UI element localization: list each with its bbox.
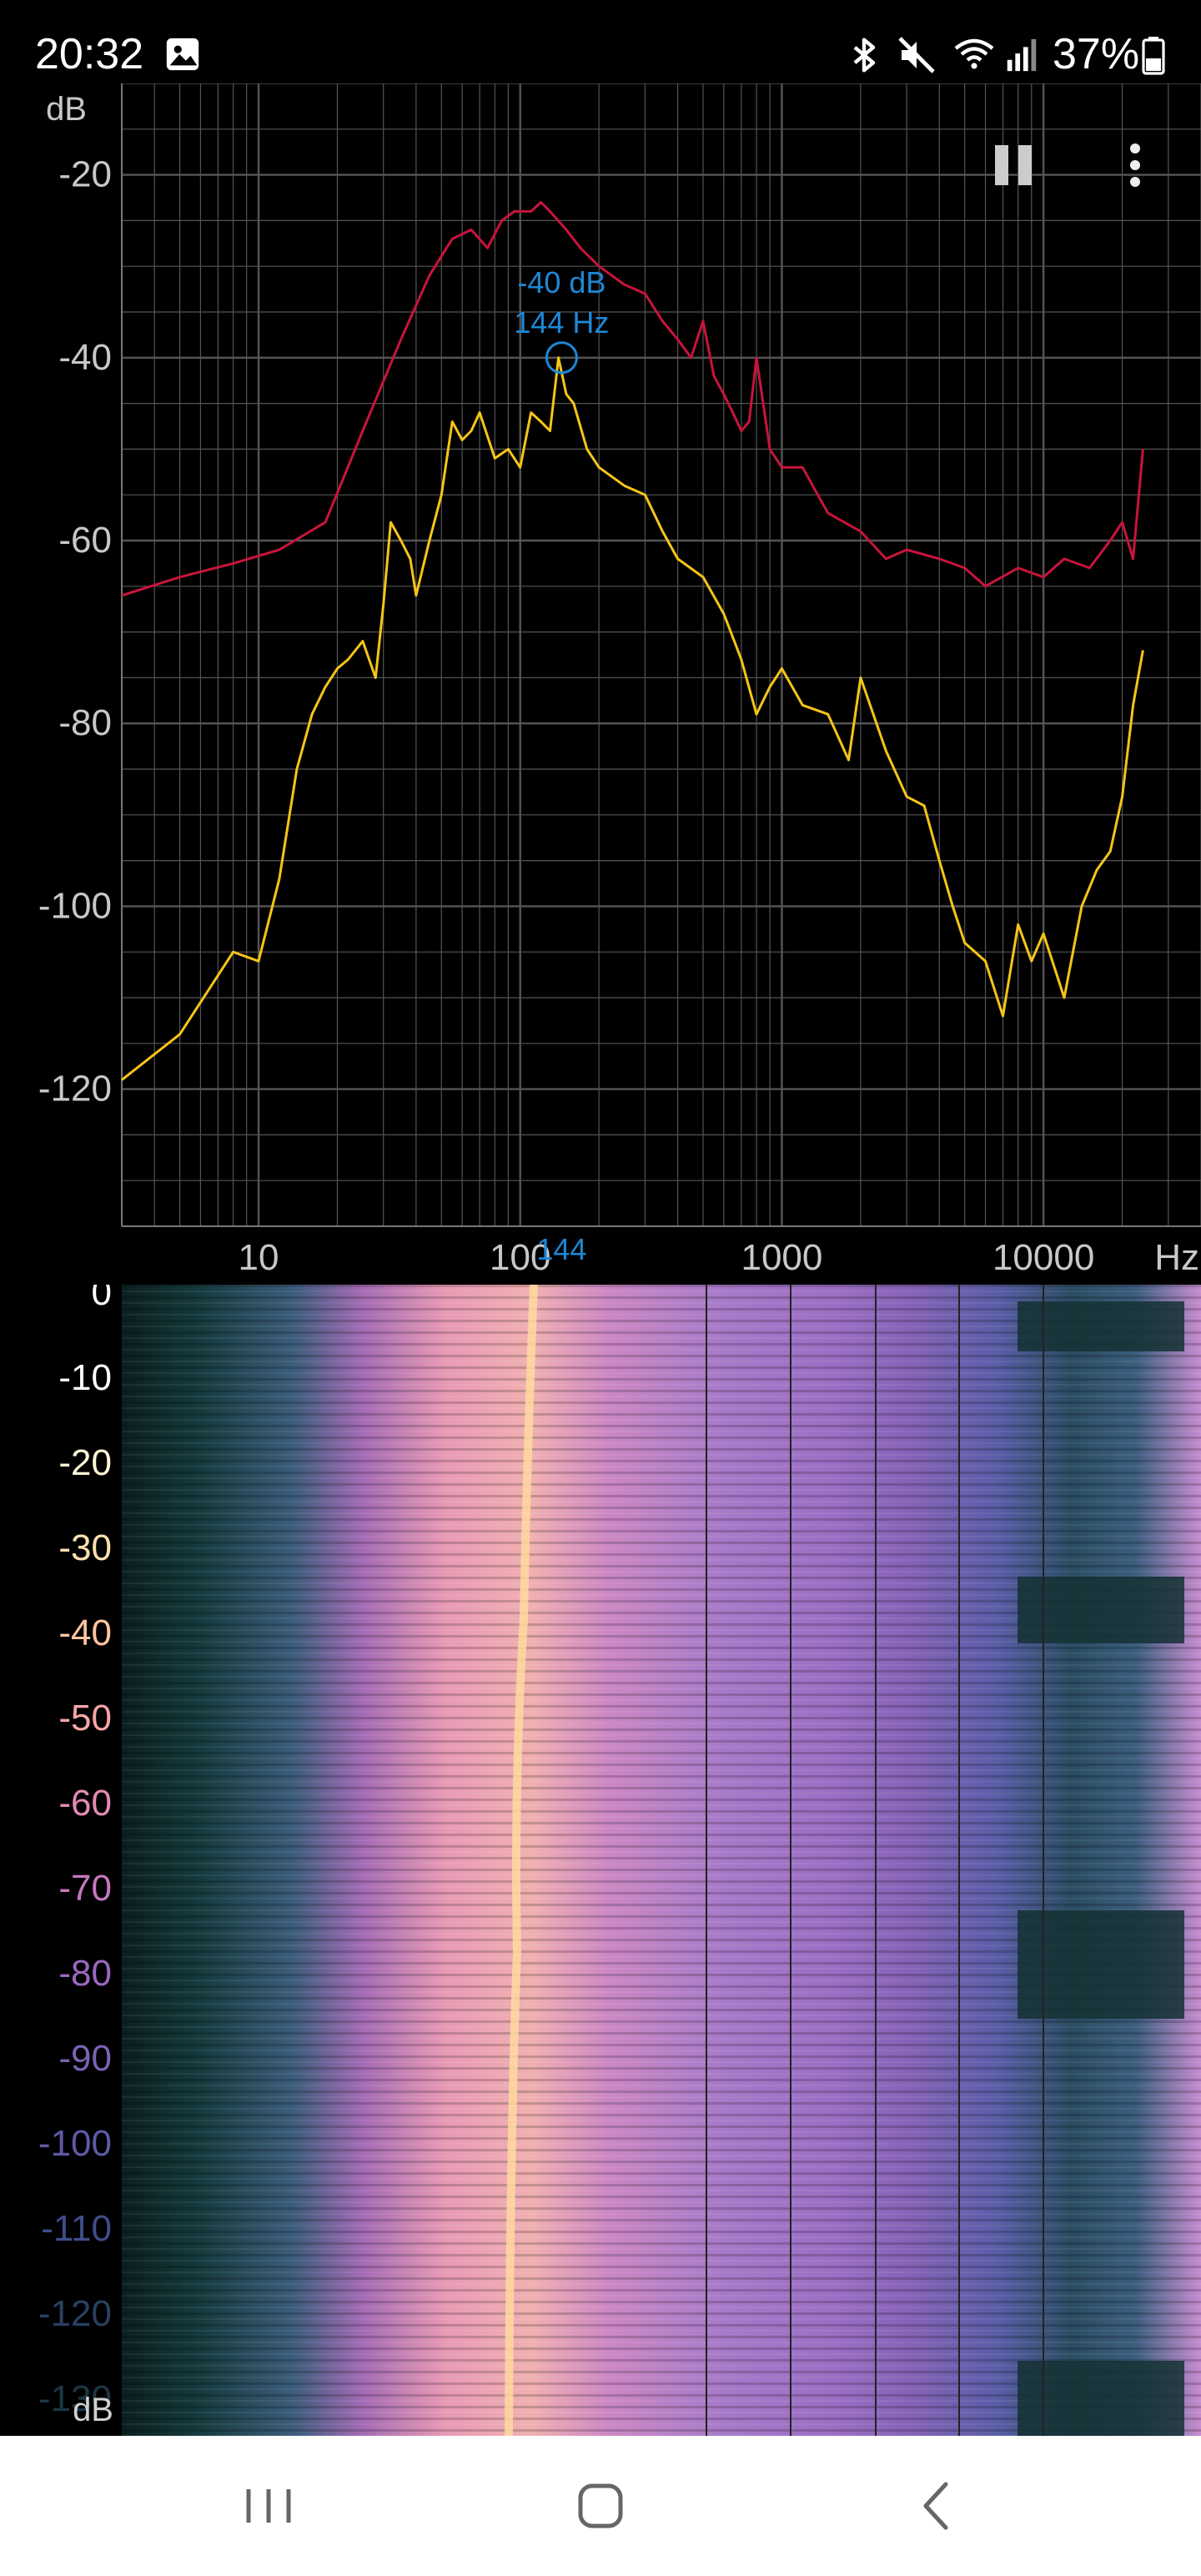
peak-hold-line	[121, 201, 1144, 597]
spectrogram-y-tick: -60	[58, 1783, 112, 1824]
spectrum-x-axis: 10 100 1000 10000 Hz	[239, 1237, 1199, 1278]
spectrogram-y-tick: -120	[38, 2293, 112, 2334]
pause-button[interactable]	[995, 145, 1032, 185]
spectrogram-y-tick: 0	[92, 1285, 112, 1313]
spectrogram-y-tick: -90	[58, 2038, 112, 2079]
battery-percent: 37%	[1053, 30, 1140, 78]
back-icon	[923, 2482, 948, 2530]
more-vert-icon	[1130, 143, 1140, 187]
gallery-icon	[166, 38, 199, 71]
spectrogram-y-tick: -20	[58, 1442, 112, 1483]
spectrogram-y-tick: -80	[58, 1953, 112, 1994]
battery-icon	[1142, 37, 1165, 75]
spectrogram-y-tick: -70	[58, 1868, 112, 1909]
spectrum-series	[121, 201, 1144, 1081]
home-icon	[578, 2483, 623, 2528]
y-tick-label: -120	[38, 1069, 112, 1109]
more-options-button[interactable]	[1130, 143, 1140, 187]
spectrogram-y-tick: -100	[38, 2123, 112, 2164]
spectrogram-y-tick: -40	[58, 1613, 112, 1653]
cursor-hz-label: 144 Hz	[514, 305, 609, 340]
status-time: 20:32	[35, 30, 144, 78]
mute-icon	[898, 37, 935, 73]
cursor-axis-marker: 144	[536, 1232, 586, 1266]
cursor-db-label: -40 dB	[517, 265, 606, 299]
y-tick-label: -60	[58, 520, 112, 561]
spectrum-y-axis: -20 -40 -60 -80 -100 -120	[38, 154, 112, 1109]
navigation-bar	[0, 2436, 1201, 2576]
spectrogram-y-axis: 0 -10 -20 -30 -40 -50 -60 -70 -80 -90 -100 -110 -120…	[38, 1285, 112, 2419]
status-bar: 20:32 37%	[0, 0, 1201, 83]
spectrum-grid	[121, 83, 1201, 1227]
y-tick-label: -100	[38, 885, 112, 926]
back-button[interactable]	[887, 2466, 987, 2546]
home-button[interactable]	[550, 2466, 651, 2546]
spectrogram-y-unit: dB	[73, 2392, 113, 2428]
y-tick-label: -20	[58, 154, 112, 195]
live-spectrum-line	[121, 356, 1144, 1081]
y-tick-label: -80	[58, 702, 112, 743]
spectrogram-y-tick: -10	[58, 1357, 112, 1398]
spectrogram-panel[interactable]: 0 -10 -20 -30 -40 -50 -60 -70 -80 -90 -100 -110 -120…	[0, 1285, 1201, 2436]
spectrogram-y-tick: -30	[58, 1527, 112, 1568]
recent-apps-icon	[246, 2489, 291, 2523]
x-tick-label: 10	[239, 1237, 279, 1278]
y-tick-label: -40	[58, 337, 112, 378]
x-tick-label: 10000	[992, 1237, 1094, 1278]
spectrum-y-unit: dB	[46, 91, 87, 128]
recent-apps-button[interactable]	[219, 2466, 319, 2546]
x-unit-label: Hz	[1154, 1237, 1199, 1278]
spectrogram-y-tick: -50	[58, 1698, 112, 1738]
spectrum-chart[interactable]: -20-40-60-80-100-120 10 100 1000 10000 Hz dB…	[0, 83, 1201, 1293]
x-tick-label: 1000	[741, 1237, 822, 1278]
wifi-icon	[954, 38, 994, 69]
signal-icon	[1007, 38, 1037, 72]
spectrogram-y-tick: -110	[41, 2208, 112, 2249]
spectrum-cursor[interactable]: -40 dB 144 Hz 144	[514, 265, 609, 1266]
pause-icon	[995, 145, 1008, 185]
bluetooth-icon	[853, 38, 876, 73]
